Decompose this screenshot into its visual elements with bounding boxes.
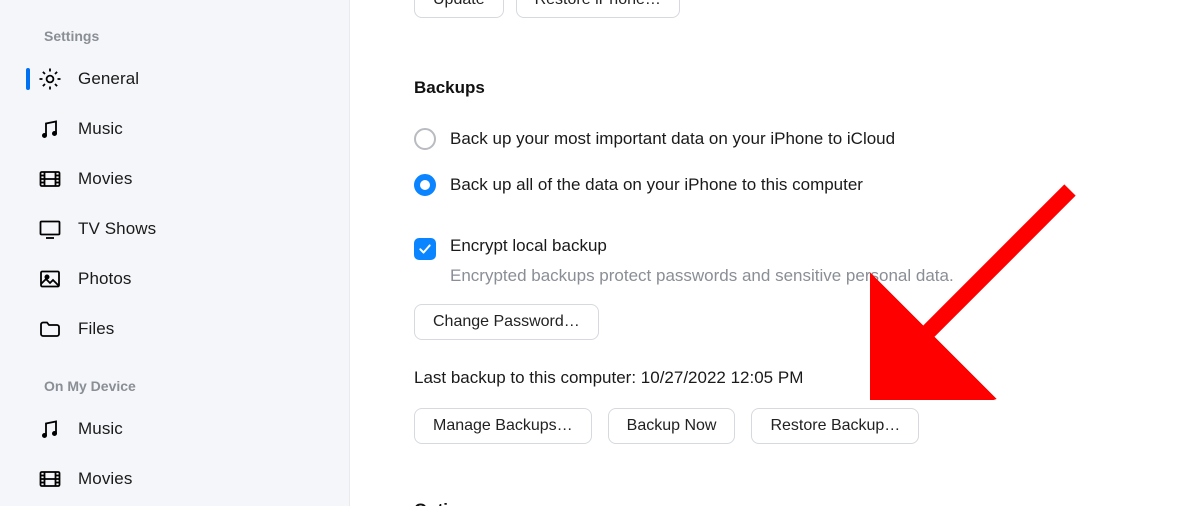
sidebar-item-tvshows[interactable]: TV Shows xyxy=(0,204,349,254)
checkbox-checked-icon[interactable] xyxy=(414,238,436,260)
options-title: Options xyxy=(414,500,1200,506)
backup-option-icloud[interactable]: Back up your most important data on your… xyxy=(414,128,1200,150)
sidebar-item-label: Photos xyxy=(78,269,132,289)
main-panel: Update Restore iPhone… Backups Back up y… xyxy=(350,0,1200,506)
backup-actions-row: Manage Backups… Backup Now Restore Backu… xyxy=(414,408,1200,444)
manage-backups-button[interactable]: Manage Backups… xyxy=(414,408,592,444)
sidebar-item-music[interactable]: Music xyxy=(0,104,349,154)
sidebar: Settings General Music xyxy=(0,0,350,506)
sidebar-item-label: Movies xyxy=(78,169,132,189)
radio-label: Back up all of the data on your iPhone t… xyxy=(450,175,863,195)
partial-button-row: Update Restore iPhone… xyxy=(414,0,1200,18)
backup-now-button[interactable]: Backup Now xyxy=(608,408,736,444)
update-button[interactable]: Update xyxy=(414,0,504,18)
sidebar-item-label: General xyxy=(78,69,139,89)
sidebar-item-photos[interactable]: Photos xyxy=(0,254,349,304)
checkbox-label: Encrypt local backup xyxy=(450,236,607,256)
music-icon xyxy=(38,117,78,141)
sidebar-item-label: Music xyxy=(78,419,123,439)
sidebar-item-label: Files xyxy=(78,319,114,339)
sidebar-item-device-music[interactable]: Music xyxy=(0,404,349,454)
encrypt-checkbox-row[interactable]: Encrypt local backup xyxy=(414,236,1200,260)
restore-backup-button[interactable]: Restore Backup… xyxy=(751,408,919,444)
last-backup-text: Last backup to this computer: 10/27/2022… xyxy=(414,368,1200,388)
folder-icon xyxy=(38,317,78,341)
encrypt-description: Encrypted backups protect passwords and … xyxy=(450,266,1200,286)
photos-icon xyxy=(38,267,78,291)
music-icon xyxy=(38,417,78,441)
annotation-arrow-icon xyxy=(870,180,1090,400)
gear-icon xyxy=(38,67,78,91)
sidebar-item-movies[interactable]: Movies xyxy=(0,154,349,204)
radio-unselected-icon[interactable] xyxy=(414,128,436,150)
movies-icon xyxy=(38,167,78,191)
sidebar-item-files[interactable]: Files xyxy=(0,304,349,354)
change-password-button[interactable]: Change Password… xyxy=(414,304,599,340)
radio-label: Back up your most important data on your… xyxy=(450,129,895,149)
sidebar-item-label: Music xyxy=(78,119,123,139)
sidebar-item-label: TV Shows xyxy=(78,219,156,239)
restore-iphone-button[interactable]: Restore iPhone… xyxy=(516,0,680,18)
movies-icon xyxy=(38,467,78,491)
radio-selected-icon[interactable] xyxy=(414,174,436,196)
sidebar-heading-settings: Settings xyxy=(0,20,349,54)
backups-title: Backups xyxy=(414,78,1200,98)
sidebar-heading-device: On My Device xyxy=(0,370,349,404)
sidebar-item-label: Movies xyxy=(78,469,132,489)
backup-option-computer[interactable]: Back up all of the data on your iPhone t… xyxy=(414,174,1200,196)
sidebar-item-general[interactable]: General xyxy=(0,54,349,104)
tv-icon xyxy=(38,217,78,241)
sidebar-item-device-movies[interactable]: Movies xyxy=(0,454,349,504)
